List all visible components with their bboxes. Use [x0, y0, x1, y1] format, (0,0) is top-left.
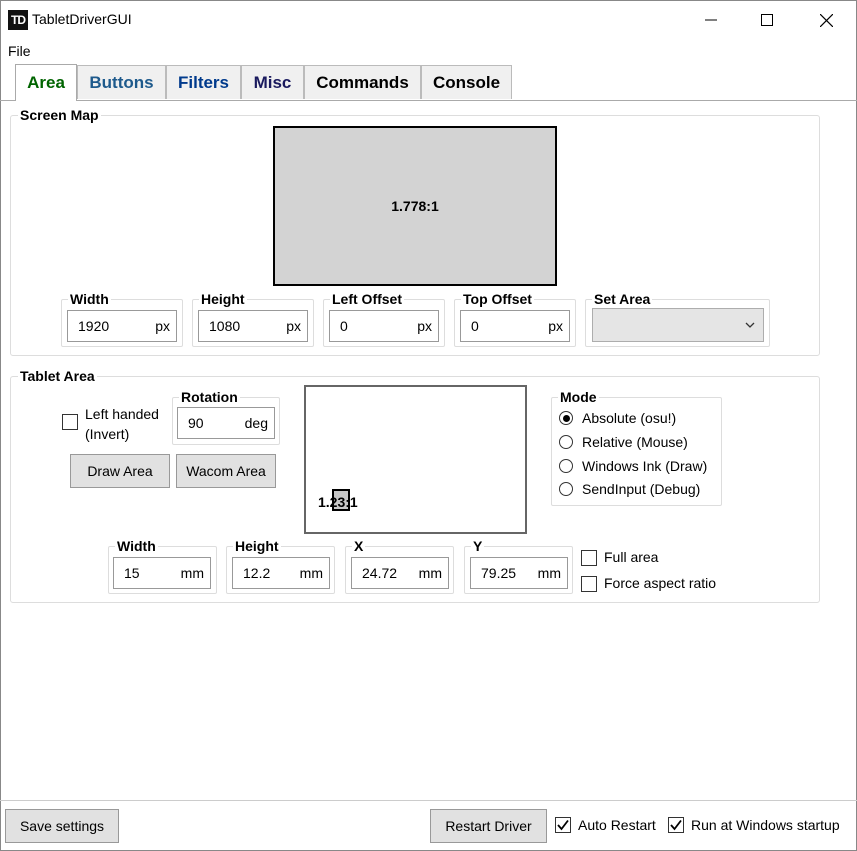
tablet-width-label: Width — [115, 538, 158, 554]
save-settings-button[interactable]: Save settings — [5, 809, 119, 843]
app-icon: TD — [8, 10, 28, 30]
checkmark-icon — [670, 819, 682, 831]
left-offset-input[interactable]: 0 px — [329, 310, 439, 342]
screen-height-value: 1080 — [209, 318, 241, 334]
mode-option-label-0: Absolute (osu!) — [582, 410, 677, 426]
bottom-separator — [0, 800, 857, 801]
auto-restart-checkbox[interactable] — [555, 817, 571, 833]
tab-content-border — [0, 100, 857, 101]
tab-commands[interactable]: Commands — [304, 65, 421, 99]
mode-radio-3[interactable] — [559, 482, 573, 496]
screen-height-label: Height — [199, 291, 247, 307]
full-area-label: Full area — [604, 549, 659, 565]
run-startup-label: Run at Windows startup — [691, 817, 840, 833]
force-aspect-checkbox[interactable] — [581, 576, 597, 592]
tab-misc[interactable]: Misc — [241, 65, 304, 99]
maximize-button[interactable] — [738, 0, 796, 40]
screen-height-input[interactable]: 1080 px — [198, 310, 308, 342]
left-offset-value: 0 — [340, 318, 348, 334]
left-handed-checkbox[interactable] — [62, 414, 78, 430]
set-area-dropdown[interactable] — [592, 308, 764, 342]
tablet-area-title: Tablet Area — [18, 368, 97, 384]
checkmark-icon — [557, 819, 569, 831]
run-startup-checkbox[interactable] — [668, 817, 684, 833]
radio-dot — [562, 414, 570, 422]
tablet-x-input[interactable]: 24.72 mm — [351, 557, 449, 589]
screen-width-input[interactable]: 1920 px — [67, 310, 177, 342]
mode-radio-2[interactable] — [559, 459, 573, 473]
chevron-down-icon — [745, 322, 755, 328]
tablet-y-value: 79.25 — [481, 565, 517, 581]
rotation-label: Rotation — [179, 389, 240, 405]
maximize-icon — [761, 14, 773, 26]
top-offset-value: 0 — [471, 318, 479, 334]
tablet-x-value: 24.72 — [362, 565, 398, 581]
tab-filters[interactable]: Filters — [166, 65, 241, 99]
tab-buttons[interactable]: Buttons — [77, 65, 166, 99]
tablet-area-preview[interactable]: 1.23:1 — [304, 385, 527, 534]
draw-area-button[interactable]: Draw Area — [70, 454, 170, 488]
screen-aspect-label: 1.778:1 — [391, 198, 439, 214]
menu-file[interactable]: File — [8, 43, 31, 59]
screen-width-label: Width — [68, 291, 111, 307]
auto-restart-label: Auto Restart — [578, 817, 656, 833]
mode-label: Mode — [558, 389, 599, 405]
left-handed-label: Left handed (Invert) — [85, 404, 159, 444]
rotation-input[interactable]: 90 deg — [177, 407, 275, 439]
tablet-y-unit: mm — [537, 565, 561, 581]
tablet-height-unit: mm — [299, 565, 323, 581]
force-aspect-label: Force aspect ratio — [604, 575, 717, 591]
wacom-area-button[interactable]: Wacom Area — [176, 454, 276, 488]
rotation-value: 90 — [188, 415, 204, 431]
mode-option-label-2: Windows Ink (Draw) — [582, 458, 708, 474]
left-handed-text-2: (Invert) — [85, 426, 130, 442]
tablet-height-input[interactable]: 12.2 mm — [232, 557, 330, 589]
close-button[interactable] — [797, 0, 855, 40]
tablet-y-label: Y — [471, 538, 485, 554]
screen-width-unit: px — [155, 318, 170, 334]
mode-radio-1[interactable] — [559, 435, 573, 449]
rotation-unit: deg — [244, 415, 268, 431]
mode-option-label-3: SendInput (Debug) — [582, 481, 701, 497]
mode-option-label-1: Relative (Mouse) — [582, 434, 688, 450]
tablet-height-label: Height — [233, 538, 281, 554]
screen-map-preview[interactable]: 1.778:1 — [273, 126, 557, 286]
full-area-checkbox[interactable] — [581, 550, 597, 566]
tablet-x-label: X — [352, 538, 366, 554]
tablet-aspect-label: 1.23:1 — [318, 494, 358, 510]
top-offset-unit: px — [548, 318, 563, 334]
left-handed-text-1: Left handed — [85, 406, 159, 422]
tablet-y-input[interactable]: 79.25 mm — [470, 557, 568, 589]
window-title: TabletDriverGUI — [32, 11, 132, 27]
set-area-label: Set Area — [592, 291, 653, 307]
tablet-width-unit: mm — [180, 565, 204, 581]
left-offset-label: Left Offset — [330, 291, 404, 307]
tab-console[interactable]: Console — [421, 65, 512, 99]
screen-height-unit: px — [286, 318, 301, 334]
top-offset-label: Top Offset — [461, 291, 534, 307]
tablet-width-value: 15 — [124, 565, 140, 581]
restart-driver-button[interactable]: Restart Driver — [430, 809, 547, 843]
minimize-icon — [705, 19, 717, 21]
tablet-x-unit: mm — [418, 565, 442, 581]
close-icon — [819, 13, 833, 27]
tablet-height-value: 12.2 — [243, 565, 271, 581]
top-offset-input[interactable]: 0 px — [460, 310, 570, 342]
screen-width-value: 1920 — [78, 318, 110, 334]
tab-area[interactable]: Area — [15, 64, 77, 101]
left-offset-unit: px — [417, 318, 432, 334]
mode-radio-0[interactable] — [559, 411, 573, 425]
minimize-button[interactable] — [682, 0, 740, 40]
tablet-width-input[interactable]: 15 mm — [113, 557, 211, 589]
screen-map-title: Screen Map — [18, 107, 101, 123]
